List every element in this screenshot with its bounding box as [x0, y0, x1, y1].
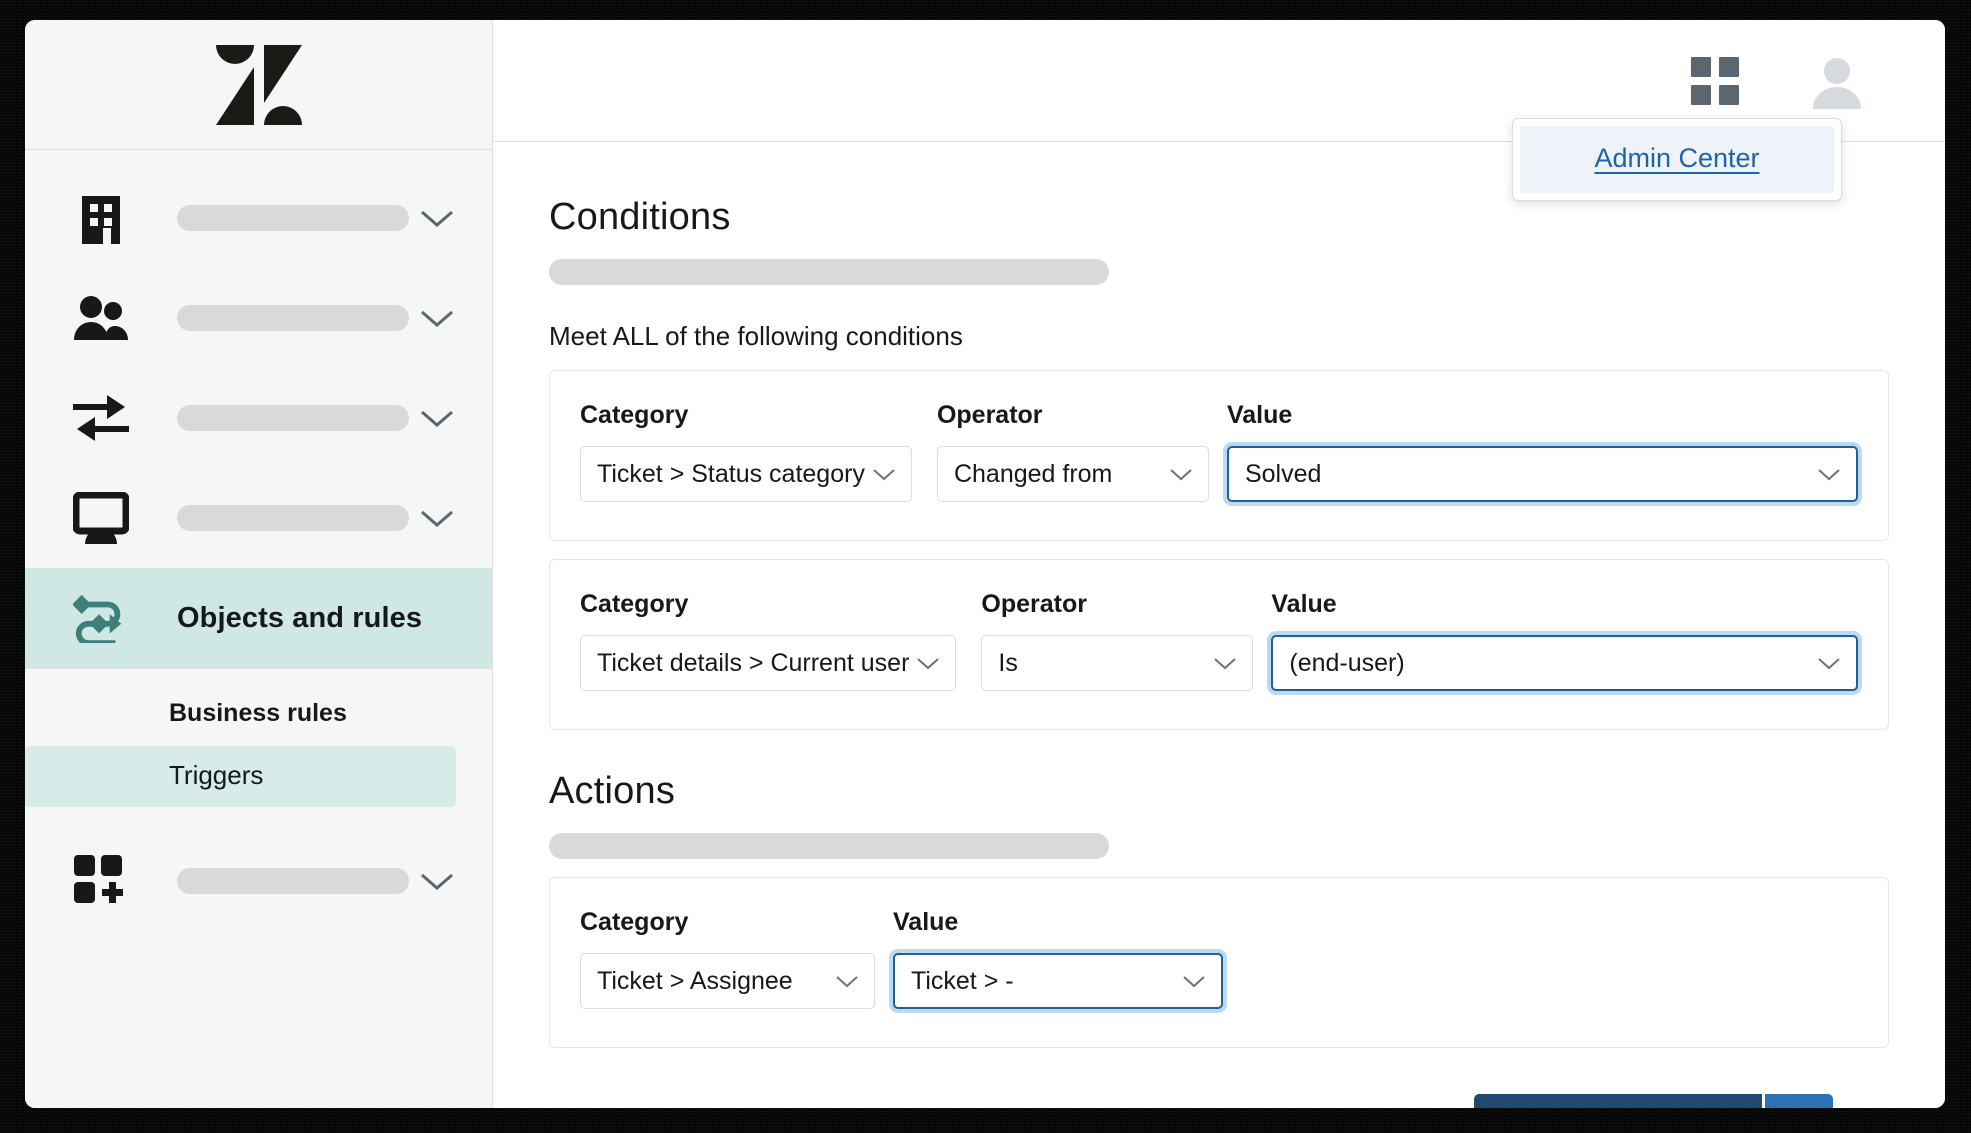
sidebar-logo-area	[25, 20, 492, 150]
transfer-arrows-icon	[73, 390, 129, 446]
sidebar-item-objects-and-rules[interactable]: Objects and rules	[25, 568, 492, 668]
actions-description-placeholder	[549, 833, 1109, 859]
admin-center-link[interactable]: Admin Center	[1594, 143, 1759, 173]
condition-category-field: Category Ticket > Status category	[580, 401, 912, 502]
field-label-category: Category	[580, 590, 689, 618]
admin-center-menu-item[interactable]: Admin Center	[1520, 126, 1834, 193]
action-value-field: Value Ticket > -	[893, 908, 1223, 1009]
select-value: Ticket > -	[911, 966, 1014, 995]
footer-actions: Create trigger	[549, 1048, 1889, 1108]
app-window: Objects and rules Business rules Trigger…	[25, 20, 1945, 1108]
chevron-down-icon[interactable]	[418, 506, 456, 530]
objects-rules-icon	[73, 590, 129, 646]
action-category-select[interactable]: Ticket > Assignee	[580, 953, 875, 1009]
zendesk-logo	[215, 44, 302, 125]
sidebar-item-workspaces[interactable]	[25, 468, 492, 568]
condition-row: Category Ticket > Status category Operat…	[549, 370, 1889, 541]
create-trigger-dropdown-toggle[interactable]	[1765, 1094, 1833, 1108]
actions-section: Actions Category Ticket > Assignee Value…	[549, 770, 1889, 1048]
chevron-down-icon[interactable]	[418, 306, 456, 330]
sidebar-item-triggers[interactable]: Triggers	[25, 746, 456, 807]
action-category-field: Category Ticket > Assignee	[580, 908, 875, 1009]
action-value-select[interactable]: Ticket > -	[893, 953, 1223, 1009]
select-value: Is	[998, 648, 1018, 677]
action-row: Category Ticket > Assignee Value Ticket …	[549, 877, 1889, 1048]
condition-category-select[interactable]: Ticket > Status category	[580, 446, 912, 502]
chevron-down-icon	[871, 466, 897, 482]
actions-title: Actions	[549, 770, 676, 812]
conditions-title: Conditions	[549, 196, 731, 238]
field-label-operator: Operator	[936, 401, 1043, 429]
chevron-down-icon	[1212, 655, 1238, 671]
chevron-down-icon	[834, 973, 860, 989]
condition-category-field: Category Ticket details > Current user	[580, 590, 957, 691]
sidebar-item-label-placeholder	[177, 868, 409, 894]
grid-apps-icon[interactable]	[1691, 56, 1739, 105]
chevron-down-icon[interactable]	[418, 206, 456, 230]
sidebar-item-label-placeholder	[177, 505, 409, 531]
field-label-value: Value	[1271, 590, 1337, 618]
condition-operator-field: Operator Changed from	[936, 401, 1209, 502]
people-icon	[73, 290, 129, 346]
field-label-category: Category	[580, 908, 689, 936]
condition-value-select[interactable]: Solved	[1226, 446, 1858, 502]
field-label-operator: Operator	[981, 590, 1087, 618]
apps-add-icon	[73, 853, 129, 909]
create-trigger-split-button: Create trigger	[1474, 1094, 1833, 1108]
chevron-down-icon	[1168, 466, 1194, 482]
page-content: Conditions Meet ALL of the following con…	[493, 142, 1945, 1108]
condition-operator-select[interactable]: Is	[981, 635, 1254, 691]
condition-value-field: Value Solved	[1226, 401, 1858, 502]
window-frame: Objects and rules Business rules Trigger…	[0, 0, 1971, 1133]
sidebar-item-label-placeholder	[177, 405, 409, 431]
monitor-icon	[73, 490, 129, 546]
select-value: (end-user)	[1289, 648, 1405, 677]
main-content: Admin Center Conditions Meet ALL of the …	[493, 20, 1945, 1108]
chevron-down-icon	[1181, 973, 1207, 989]
select-value: Changed from	[953, 459, 1113, 488]
chevron-down-icon	[1816, 466, 1842, 482]
sidebar-item-accounts[interactable]	[25, 168, 492, 268]
sidebar: Objects and rules Business rules Trigger…	[25, 20, 493, 1108]
chevron-down-icon[interactable]	[418, 869, 456, 893]
condition-value-select[interactable]: (end-user)	[1271, 635, 1858, 691]
create-trigger-button[interactable]: Create trigger	[1474, 1094, 1762, 1108]
conditions-meet-text: Meet ALL of the following conditions	[549, 321, 963, 351]
condition-operator-field: Operator Is	[981, 590, 1254, 691]
field-label-category: Category	[580, 401, 689, 429]
admin-center-dropdown: Admin Center	[1512, 118, 1842, 201]
select-value: Solved	[1244, 459, 1322, 488]
sidebar-item-label-placeholder	[177, 305, 409, 331]
subnav-heading-business-rules: Business rules	[169, 699, 347, 727]
condition-operator-select[interactable]: Changed from	[936, 446, 1209, 502]
select-value: Ticket > Assignee	[597, 966, 793, 995]
condition-row: Category Ticket details > Current user O…	[549, 559, 1889, 730]
chevron-down-icon[interactable]	[418, 406, 456, 430]
sidebar-item-people[interactable]	[25, 268, 492, 368]
select-value: Ticket details > Current user	[597, 648, 910, 677]
sidebar-subnav: Business rules Triggers	[25, 668, 492, 831]
building-icon	[73, 190, 129, 246]
conditions-description-placeholder	[549, 259, 1109, 285]
sidebar-item-channels[interactable]	[25, 368, 492, 468]
sidebar-item-label-placeholder	[177, 205, 409, 231]
condition-category-select[interactable]: Ticket details > Current user	[580, 635, 957, 691]
user-avatar-icon[interactable]	[1809, 53, 1865, 109]
field-label-value: Value	[1226, 401, 1293, 429]
select-value: Ticket > Status category	[597, 459, 865, 488]
condition-value-field: Value (end-user)	[1271, 590, 1858, 691]
chevron-down-icon	[1816, 655, 1842, 671]
sidebar-item-apps-and-integrations[interactable]	[25, 831, 492, 931]
field-label-value: Value	[893, 908, 959, 936]
sidebar-nav-list: Objects and rules Business rules Trigger…	[25, 150, 492, 931]
sidebar-item-label: Objects and rules	[177, 601, 423, 634]
chevron-down-icon	[915, 655, 941, 671]
